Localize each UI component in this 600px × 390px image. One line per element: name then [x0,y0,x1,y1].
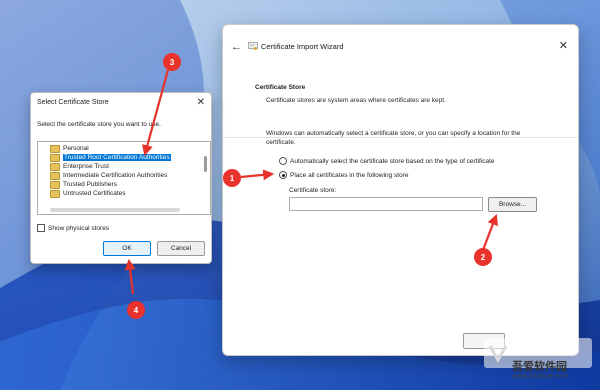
certificate-store-tree[interactable]: Personal Trusted Root Certification Auth… [37,141,211,215]
dialog-description: Select the certificate store you want to… [37,121,161,128]
dialog-title: Select Certificate Store [37,99,109,106]
folder-icon [50,144,60,153]
tree-item-intermediate[interactable]: Intermediate Certification Authorities [50,171,200,180]
radio-auto-select-label: Automatically select the certificate sto… [290,157,495,165]
show-physical-stores-checkbox[interactable]: Show physical stores [37,224,109,232]
tree-item-label: Trusted Publishers [63,181,117,188]
folder-icon [50,162,60,171]
tree-item-label: Intermediate Certification Authorities [63,172,168,179]
close-icon[interactable]: ✕ [559,39,568,52]
radio-place-all-label: Place all certificates in the following … [290,171,409,179]
radio-auto-select-circle[interactable] [279,157,287,165]
section-title: Certificate Store [255,84,306,91]
scrollbar-thumb[interactable] [204,156,207,172]
back-arrow-icon[interactable]: ← [231,41,242,53]
section-description: Certificate stores are system areas wher… [266,97,446,104]
certificate-icon [248,42,258,50]
tree-item-personal[interactable]: Personal [50,144,200,153]
watermark-name: 吾爱软件园 [512,361,567,373]
radio-place-all-circle[interactable] [279,171,287,179]
tree-horizontal-scrollbar[interactable] [50,208,180,212]
radio-place-all[interactable]: Place all certificates in the following … [279,171,409,179]
tree-items: Personal Trusted Root Certification Auth… [50,144,200,198]
tree-item-trusted-root[interactable]: Trusted Root Certification Authorities [50,153,200,162]
checkbox-box[interactable] [37,224,45,232]
certificate-store-label: Certificate store: [289,187,337,194]
folder-icon [50,153,60,162]
tree-item-label: Trusted Root Certification Authorities [63,154,171,161]
close-icon[interactable]: ✕ [197,97,205,108]
certificate-store-field[interactable] [289,197,483,211]
browse-button[interactable]: Browse... [488,197,537,212]
store-selection-explanation: Windows can automatically select a certi… [266,130,521,146]
certificate-import-wizard-window: ← Certificate Import Wizard ✕ Certificat… [222,24,579,356]
show-physical-stores-label: Show physical stores [48,224,110,232]
tree-vertical-scrollbar[interactable] [203,144,209,204]
tree-item-label: Personal [63,145,89,152]
tree-item-enterprise-trust[interactable]: Enterprise Trust [50,162,200,171]
radio-auto-select[interactable]: Automatically select the certificate sto… [279,157,495,165]
cancel-button[interactable]: Cancel [157,241,205,256]
folder-icon [50,171,60,180]
wizard-titlebar: ← Certificate Import Wizard ✕ [223,25,578,69]
folder-icon [50,180,60,189]
tree-item-label: Untrusted Certificates [63,190,126,197]
select-certificate-store-dialog: Select Certificate Store ✕ Select the ce… [30,92,212,264]
wizard-title: Certificate Import Wizard [261,42,344,51]
tree-item-label: Enterprise Trust [63,163,109,170]
watermark-url: www.52zixue.com [512,373,569,380]
folder-icon [50,189,60,198]
ok-button[interactable]: OK [103,241,151,256]
tree-item-untrusted[interactable]: Untrusted Certificates [50,189,200,198]
tree-item-trusted-publishers[interactable]: Trusted Publishers [50,180,200,189]
